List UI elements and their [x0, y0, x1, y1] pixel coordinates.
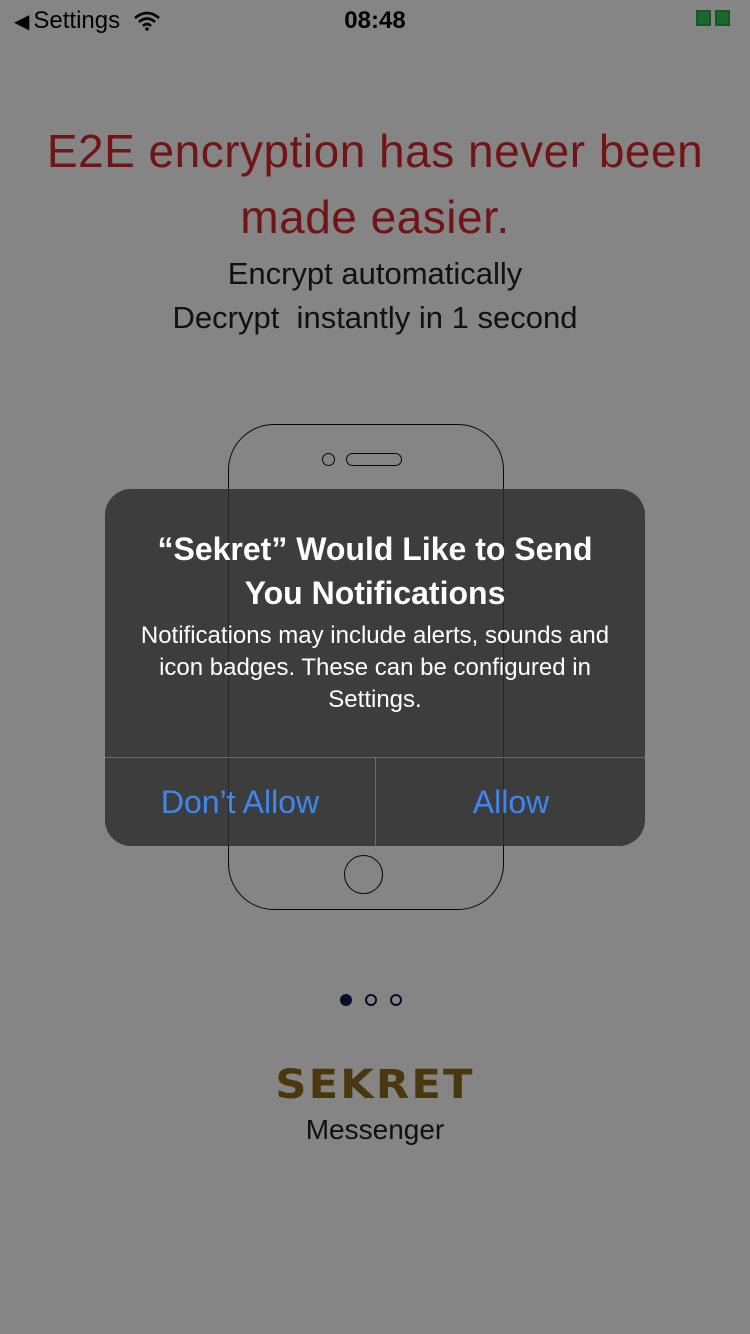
screen: ◀ Settings 08:48 E2E encryption has neve…	[0, 0, 750, 1334]
dont-allow-button[interactable]: Don’t Allow	[105, 758, 375, 846]
alert-title: “Sekret” Would Like to Send You Notifica…	[157, 531, 593, 611]
notification-permission-alert: “Sekret” Would Like to Send You Notifica…	[105, 489, 645, 846]
alert-message: Notifications may include alerts, sounds…	[140, 622, 610, 713]
allow-button[interactable]: Allow	[376, 758, 645, 846]
